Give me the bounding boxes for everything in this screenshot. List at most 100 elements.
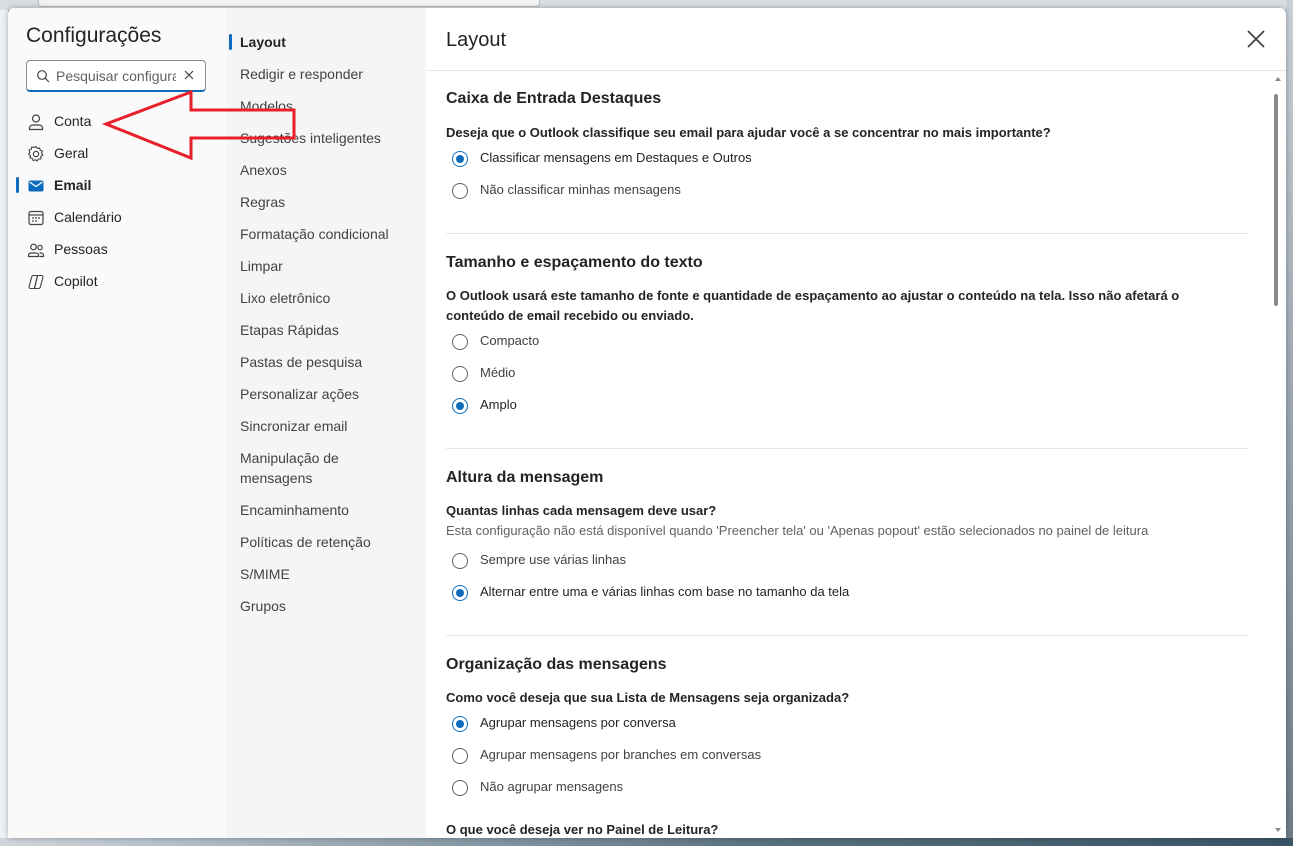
subnav-item-label: Modelos [240, 98, 293, 114]
nav-item-pessoas[interactable]: Pessoas [8, 234, 226, 266]
background-left-edge [0, 10, 8, 846]
radio-option[interactable]: Alternar entre uma e várias linhas com b… [452, 582, 952, 604]
section-divider [446, 635, 1248, 636]
radio-button[interactable] [452, 553, 468, 569]
radio-button[interactable] [452, 748, 468, 764]
subnav-item-label: Anexos [240, 162, 287, 178]
clear-search-icon[interactable] [182, 68, 196, 82]
section-question: Quantas linhas cada mensagem deve usar? [446, 503, 717, 518]
background-right-edge [1286, 0, 1293, 846]
section-title: Tamanho e espaçamento do texto [446, 254, 703, 271]
page-title: Layout [446, 29, 507, 51]
subnav-item-label: Sugestões inteligentes [240, 130, 381, 146]
person-icon [28, 114, 44, 131]
copilot-icon [28, 274, 44, 290]
radio-option[interactable]: Compacto [452, 331, 952, 353]
subnav-item-label: Personalizar ações [240, 386, 360, 402]
nav-item-calendario[interactable]: Calendário [8, 202, 226, 234]
background-bottom-edge [0, 838, 1293, 846]
settings-content-pane: Layout Caixa de Entrada Destaques Deseja… [426, 8, 1286, 838]
radio-option[interactable]: Médio [452, 363, 952, 385]
radio-label: Amplo [480, 397, 517, 412]
subnav-item-label: Lixo eletrônico [240, 290, 331, 306]
gear-icon [28, 145, 44, 162]
nav-item-label: Geral [54, 145, 89, 161]
radio-label: Agrupar mensagens por branches em conver… [480, 747, 762, 762]
section-divider [446, 448, 1248, 449]
radio-label: Agrupar mensagens por conversa [480, 715, 676, 730]
selected-indicator [16, 177, 19, 193]
section-title: Altura da mensagem [446, 469, 604, 486]
section-title: Caixa de Entrada Destaques [446, 90, 662, 107]
radio-button[interactable] [452, 716, 468, 732]
nav-item-label: Conta [54, 113, 92, 129]
radio-label: Compacto [480, 333, 540, 348]
section-question: Deseja que o Outlook classifique seu ema… [446, 125, 1051, 140]
subnav-item-label: Formatação condicional [240, 226, 389, 242]
radio-option[interactable]: Não agrupar mensagens [452, 777, 952, 799]
subnav-item-label: Redigir e responder [240, 66, 363, 82]
nav-item-label: Calendário [54, 209, 122, 225]
radio-button[interactable] [452, 398, 468, 414]
section-title: Organização das mensagens [446, 656, 667, 673]
settings-dialog: Configurações Pesquisar configura Conta [8, 8, 1286, 838]
section-divider [446, 233, 1248, 234]
selected-indicator [229, 34, 232, 50]
nav-item-label: Email [54, 177, 92, 193]
section-note: Esta configuração não está disponível qu… [446, 523, 1149, 538]
subnav-item-label: Sincronizar email [240, 418, 348, 434]
subnav-item-label: S/MIME [240, 566, 290, 582]
people-icon [27, 243, 45, 258]
nav-item-conta[interactable]: Conta [8, 106, 226, 138]
scroll-up-arrow-icon[interactable] [1275, 77, 1281, 81]
radio-button[interactable] [452, 585, 468, 601]
nav-item-copilot[interactable]: Copilot [8, 266, 226, 298]
nav-item-label: Pessoas [54, 241, 108, 257]
dialog-title: Configurações [26, 24, 162, 47]
settings-search-box[interactable]: Pesquisar configura [26, 60, 206, 92]
radio-label: Não agrupar mensagens [480, 779, 624, 794]
radio-label: Classificar mensagens em Destaques e Out… [480, 150, 752, 165]
email-settings-subnav: Layout Redigir e responder Modelos Suges… [226, 8, 426, 838]
nav-item-label: Copilot [54, 273, 98, 289]
search-input[interactable]: Pesquisar configura [56, 68, 176, 84]
radio-button[interactable] [452, 780, 468, 796]
radio-label: Sempre use várias linhas [480, 552, 626, 567]
subnav-item-label: Manipulação de mensagens [240, 450, 339, 486]
section-question: O que você deseja ver no Painel de Leitu… [446, 822, 719, 837]
subnav-item-label: Pastas de pesquisa [240, 354, 363, 370]
radio-option[interactable]: Sempre use várias linhas [452, 550, 952, 572]
radio-label: Alternar entre uma e várias linhas com b… [480, 584, 850, 599]
radio-button[interactable] [452, 334, 468, 350]
subnav-item-label: Limpar [240, 258, 283, 274]
nav-item-geral[interactable]: Geral [8, 138, 226, 170]
subnav-item-label: Grupos [240, 598, 286, 614]
header-divider [426, 70, 1286, 71]
mail-icon [28, 180, 44, 192]
radio-button[interactable] [452, 183, 468, 199]
radio-option[interactable]: Classificar mensagens em Destaques e Out… [452, 148, 952, 170]
radio-option[interactable]: Amplo [452, 395, 952, 417]
radio-option[interactable]: Não classificar minhas mensagens [452, 180, 952, 202]
nav-item-email[interactable]: Email [8, 170, 226, 202]
background-window-bar [38, 0, 540, 7]
settings-categories-pane: Configurações Pesquisar configura Conta [8, 8, 226, 838]
search-icon [37, 70, 50, 83]
calendar-icon [28, 210, 44, 226]
radio-option[interactable]: Agrupar mensagens por conversa [452, 713, 952, 735]
section-question: Como você deseja que sua Lista de Mensag… [446, 690, 850, 705]
subnav-item-label: Encaminhamento [240, 502, 349, 518]
radio-option[interactable]: Agrupar mensagens por branches em conver… [452, 745, 952, 767]
scrollbar-thumb[interactable] [1274, 94, 1278, 306]
subnav-item-label: Etapas Rápidas [240, 322, 339, 338]
subnav-item-label: Regras [240, 194, 286, 210]
radio-label: Médio [480, 365, 516, 380]
radio-button[interactable] [452, 151, 468, 167]
scroll-down-arrow-icon[interactable] [1275, 828, 1281, 832]
radio-button[interactable] [452, 366, 468, 382]
section-question: O Outlook usará este tamanho de fonte e … [446, 288, 1180, 323]
close-icon[interactable] [1243, 26, 1269, 52]
subnav-item-label: Políticas de retenção [240, 534, 371, 550]
subnav-item-label: Layout [240, 34, 286, 50]
radio-label: Não classificar minhas mensagens [480, 182, 681, 197]
